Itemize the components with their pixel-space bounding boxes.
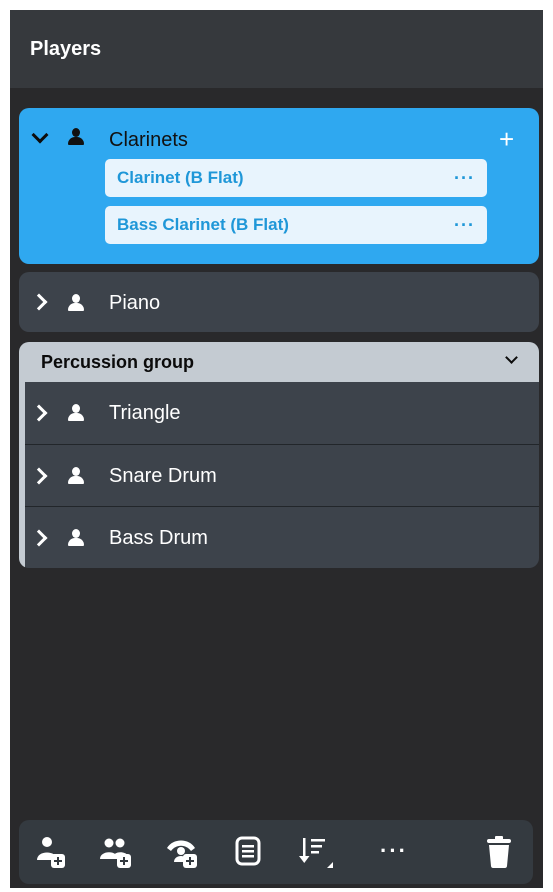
player-card-clarinets[interactable]: Clarinets + Clarinet (B Flat) ··· Bass C… — [19, 108, 539, 264]
panel-title: Players — [30, 37, 102, 60]
player-name: Piano — [109, 292, 161, 314]
chevron-down-icon[interactable] — [31, 126, 49, 144]
player-name: Clarinets — [109, 129, 188, 151]
instrument-name: Clarinet (B Flat) — [117, 168, 244, 187]
group-title: Percussion group — [41, 351, 195, 372]
player-row-snare-drum[interactable]: Snare Drum — [25, 444, 539, 506]
instrument-more-button[interactable]: ··· — [454, 215, 475, 236]
player-name: Snare Drum — [109, 465, 217, 487]
instrument-item[interactable]: Clarinet (B Flat) ··· — [105, 159, 487, 197]
chevron-right-icon[interactable] — [30, 293, 48, 311]
player-list-button[interactable] — [224, 820, 274, 884]
delete-icon — [487, 836, 511, 868]
player-icon — [68, 529, 84, 547]
sort-players-button[interactable] — [290, 820, 340, 884]
more-icon: ··· — [380, 838, 408, 863]
window-frame-right — [543, 0, 553, 892]
chevron-right-icon[interactable] — [30, 404, 48, 422]
add-instrument-button[interactable]: + — [499, 126, 514, 152]
players-toolbar: ··· — [19, 820, 533, 884]
group-header[interactable]: Percussion group — [19, 342, 539, 382]
add-section-player-button[interactable] — [92, 820, 142, 884]
window-frame-bottom — [0, 888, 553, 892]
sort-players-icon — [299, 838, 333, 868]
add-solo-player-icon — [37, 837, 65, 868]
add-section-player-icon — [100, 838, 131, 868]
player-icon — [68, 404, 84, 422]
player-icon — [68, 294, 84, 312]
chevron-right-icon[interactable] — [30, 467, 48, 485]
player-group-percussion[interactable]: Percussion group Triangle Snare Drum Bas… — [19, 342, 539, 568]
more-options-button[interactable]: ··· — [372, 820, 422, 884]
chevron-right-icon[interactable] — [30, 529, 48, 547]
player-row-triangle[interactable]: Triangle — [25, 382, 539, 444]
window-frame-left — [0, 0, 10, 892]
add-ensemble-icon — [167, 840, 197, 868]
instrument-more-button[interactable]: ··· — [454, 168, 475, 189]
player-name: Triangle — [109, 402, 181, 424]
add-ensemble-button[interactable] — [158, 820, 208, 884]
player-icon — [68, 128, 84, 146]
instrument-name: Bass Clarinet (B Flat) — [117, 215, 289, 234]
player-icon — [68, 467, 84, 485]
player-row-bass-drum[interactable]: Bass Drum — [25, 506, 539, 568]
delete-player-button[interactable] — [475, 820, 525, 884]
instrument-item[interactable]: Bass Clarinet (B Flat) ··· — [105, 206, 487, 244]
players-panel-header: Players — [10, 10, 543, 88]
add-solo-player-button[interactable] — [26, 820, 76, 884]
window-frame-top — [0, 0, 553, 10]
player-card-piano[interactable]: Piano — [19, 272, 539, 332]
player-list-icon — [235, 836, 261, 866]
player-name: Bass Drum — [109, 527, 208, 549]
chevron-down-icon[interactable] — [505, 351, 518, 364]
